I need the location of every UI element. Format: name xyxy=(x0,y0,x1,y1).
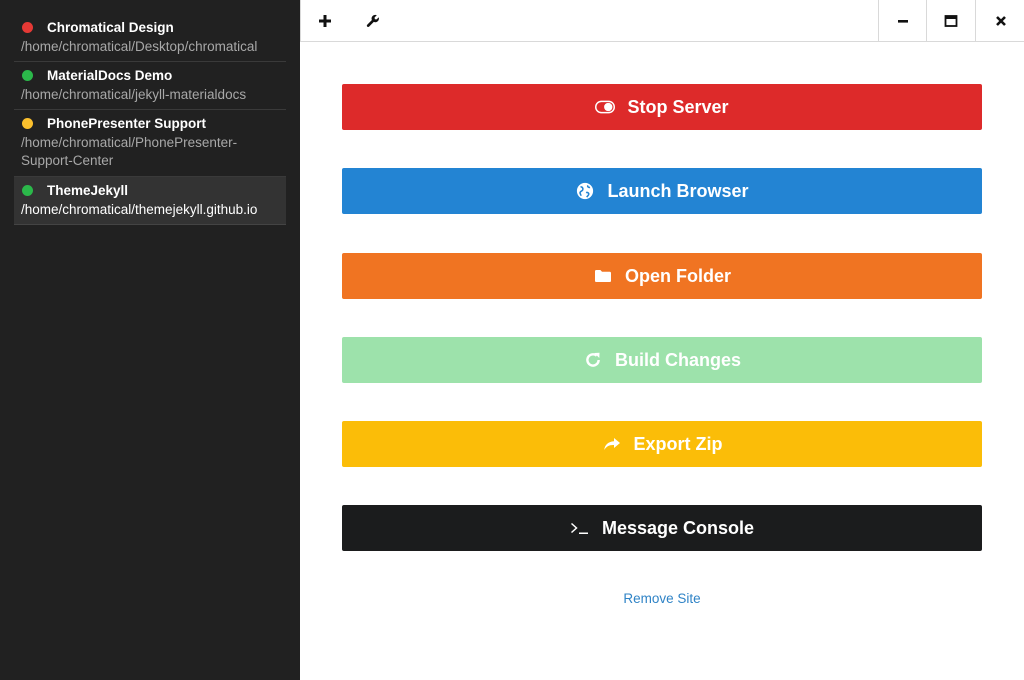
toggle-icon xyxy=(595,97,616,117)
export-zip-button[interactable]: Export Zip xyxy=(342,421,982,467)
folder-icon xyxy=(593,266,613,286)
terminal-icon xyxy=(570,518,590,538)
build-changes-label: Build Changes xyxy=(614,349,741,370)
site-name: ThemeJekyll xyxy=(47,183,129,198)
launch-browser-label: Launch Browser xyxy=(607,180,749,201)
status-dot-yellow xyxy=(22,118,33,129)
message-console-button[interactable]: Message Console xyxy=(342,505,982,551)
export-zip-label: Export Zip xyxy=(633,433,723,454)
maximize-button[interactable] xyxy=(926,0,974,41)
site-path: /home/chromatical/Desktop/chromatical xyxy=(21,39,258,54)
share-icon xyxy=(602,434,622,454)
open-folder-label: Open Folder xyxy=(624,265,731,286)
site-item-chromatical-design[interactable]: Chromatical Design /home/chromatical/Des… xyxy=(14,14,286,62)
globe-icon xyxy=(575,181,595,201)
refresh-icon xyxy=(583,350,603,370)
site-name: MaterialDocs Demo xyxy=(47,68,173,83)
site-path: /home/chromatical/themejekyll.github.io xyxy=(21,202,258,217)
message-console-label: Message Console xyxy=(601,517,755,538)
status-dot-green xyxy=(22,70,33,81)
site-path: /home/chromatical/jekyll-materialdocs xyxy=(21,87,247,102)
sidebar: Chromatical Design /home/chromatical/Des… xyxy=(0,0,300,680)
add-site-button[interactable] xyxy=(301,0,349,41)
site-name: Chromatical Design xyxy=(47,20,174,35)
plus-icon xyxy=(319,14,331,27)
site-path: /home/chromatical/PhonePresenter-Support… xyxy=(21,135,238,168)
minimize-button[interactable] xyxy=(878,0,926,41)
build-changes-button[interactable]: Build Changes xyxy=(342,337,982,383)
close-icon xyxy=(995,15,1006,26)
close-button[interactable] xyxy=(975,0,1024,41)
open-folder-button[interactable]: Open Folder xyxy=(342,253,982,299)
wrench-icon xyxy=(366,14,379,27)
stop-server-button[interactable]: Stop Server xyxy=(342,84,982,130)
remove-site-link[interactable]: Remove Site xyxy=(342,591,982,606)
site-item-themejekyll[interactable]: ThemeJekyll /home/chromatical/themejekyl… xyxy=(14,177,286,225)
minimize-icon xyxy=(897,19,908,23)
status-dot-green xyxy=(22,185,33,196)
site-item-phonepresenter-support[interactable]: PhonePresenter Support /home/chromatical… xyxy=(14,110,286,177)
maximize-icon xyxy=(944,14,957,27)
site-name: PhonePresenter Support xyxy=(47,116,207,131)
status-dot-red xyxy=(22,22,33,33)
launch-browser-button[interactable]: Launch Browser xyxy=(342,168,982,214)
settings-button[interactable] xyxy=(349,0,397,41)
toolbar xyxy=(300,0,1024,42)
stop-server-label: Stop Server xyxy=(627,96,729,117)
site-item-materialdocs-demo[interactable]: MaterialDocs Demo /home/chromatical/jeky… xyxy=(14,62,286,110)
